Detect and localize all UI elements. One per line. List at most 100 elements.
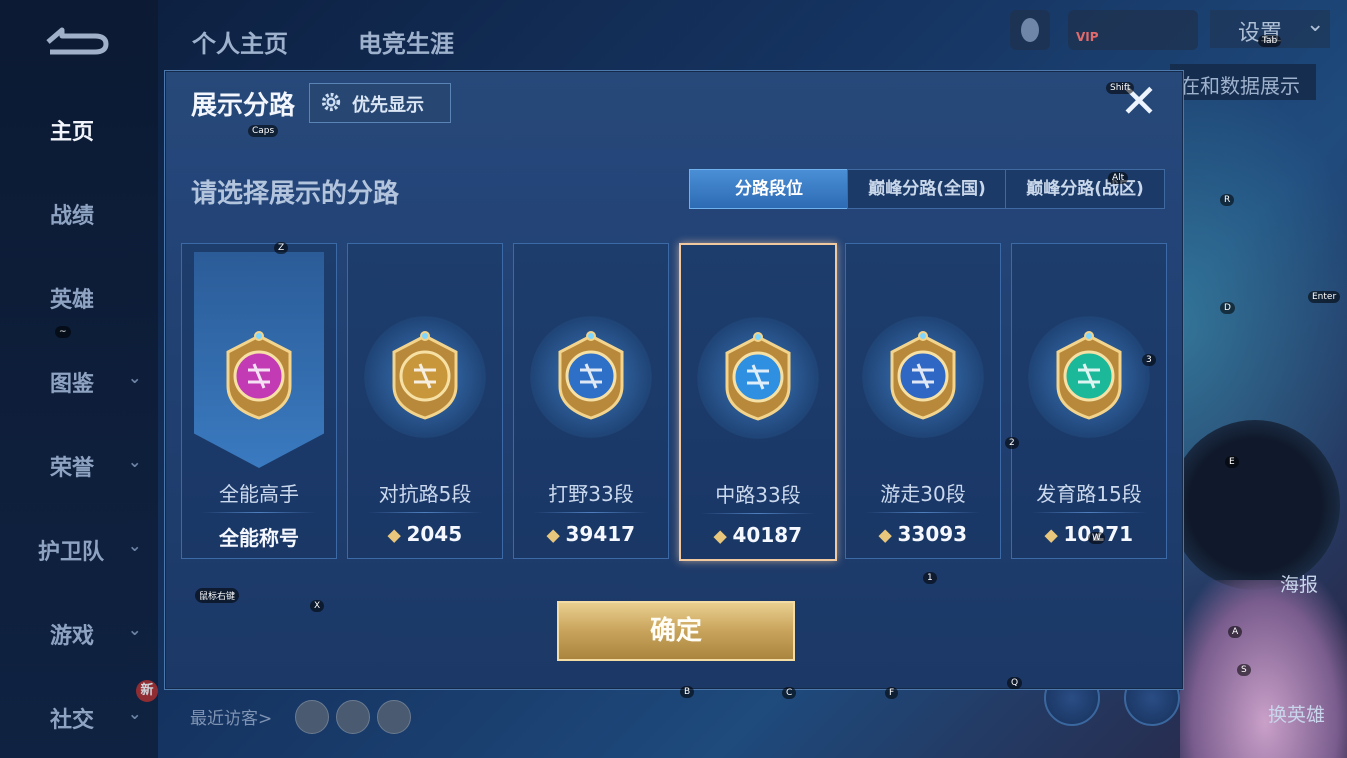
lane-emblem-icon — [392, 331, 458, 420]
sidebar-item-6[interactable]: 游戏 ⌄ — [0, 612, 158, 652]
lane-card[interactable]: 中路33段 ⬥ 40187 — [679, 243, 837, 561]
key-hint: S — [1237, 664, 1251, 676]
divider — [1032, 512, 1146, 513]
lane-emblem-icon — [725, 332, 791, 421]
key-hint: E — [1225, 456, 1239, 468]
points-icon: ⬥ — [546, 525, 560, 546]
sidebar-item-2[interactable]: 英雄 — [0, 276, 158, 316]
key-hint: B — [680, 686, 695, 698]
points-icon: ⬥ — [387, 525, 401, 546]
key-hint: ~ — [55, 326, 71, 338]
background-orb — [1170, 420, 1340, 590]
divider — [368, 512, 482, 513]
chevron-down-icon: ⌄ — [128, 704, 142, 723]
lane-card[interactable]: 对抗路5段 ⬥ 2045 — [347, 243, 503, 559]
lane-emblem-icon — [1056, 331, 1122, 420]
sidebar-item-label: 护卫队 — [38, 540, 105, 565]
priority-display-button[interactable]: 优先显示 — [309, 83, 451, 123]
sidebar-item-4[interactable]: 荣誉 ⌄ — [0, 444, 158, 484]
lane-score-value: 40187 — [732, 523, 803, 547]
vip-icon[interactable]: VIP — [1068, 10, 1198, 50]
key-hint: 鼠标右键 — [195, 588, 240, 603]
key-hint: D — [1220, 302, 1235, 314]
chevron-down-icon: ⌄ — [128, 452, 142, 471]
lane-score: ⬥ 33093 — [846, 522, 1000, 546]
sidebar-item-1[interactable]: 战绩 — [0, 192, 158, 232]
sidebar-item-7[interactable]: 社交 ⌄ — [0, 696, 158, 736]
lane-name: 对抗路5段 — [378, 482, 472, 506]
key-hint: 3 — [1142, 354, 1156, 366]
gear-icon — [321, 92, 341, 112]
tab-lane-rank[interactable]: 分路段位 — [689, 169, 849, 209]
sidebar-item-label: 社交 — [50, 708, 95, 733]
chevron-down-icon: ⌄ — [128, 620, 142, 639]
key-hint: Caps — [248, 125, 279, 137]
tab-esports-career[interactable]: 电竞生涯 — [358, 24, 454, 59]
key-hint: X — [310, 600, 325, 612]
sidebar-item-label: 战绩 — [50, 204, 95, 229]
tab-profile-home[interactable]: 个人主页 — [192, 24, 288, 59]
lane-score-value: 33093 — [897, 522, 968, 546]
back-arrow-icon[interactable] — [40, 22, 110, 58]
dialog-title: 展示分路 — [191, 91, 296, 121]
key-hint: Q — [1007, 677, 1023, 689]
poster-button[interactable]: 海报 — [1280, 570, 1318, 597]
vip-label: VIP — [1076, 30, 1099, 44]
key-hint: F — [885, 687, 899, 699]
key-hint: Enter — [1308, 291, 1341, 303]
sidebar-item-label: 荣誉 — [50, 456, 95, 481]
new-badge: 新 — [136, 680, 158, 702]
divider — [534, 512, 648, 513]
qq-icon[interactable] — [1010, 10, 1050, 50]
key-hint: 2 — [1005, 437, 1019, 449]
lane-card[interactable]: 发育路15段⬥10271 — [1011, 243, 1167, 559]
lane-emblem-icon — [890, 331, 956, 420]
sidebar-item-5[interactable]: 护卫队 ⌄ — [0, 528, 158, 568]
swap-hero-button[interactable]: 换英雄 — [1268, 700, 1325, 727]
sidebar-item-label: 游戏 — [50, 624, 95, 649]
lane-display-dialog: 展示分路 优先显示 ✕ 请选择展示的分路 分路段位 巅峰分路(全国) 巅峰分路(… — [164, 70, 1184, 690]
key-hint: R — [1220, 194, 1235, 206]
lane-score-value: 39417 — [565, 522, 636, 546]
lane-card[interactable]: 游走30段 ⬥ 33093 — [845, 243, 1001, 559]
lane-name: 打野33段 — [548, 482, 634, 506]
divider — [866, 512, 980, 513]
lane-score-value: 2045 — [406, 522, 463, 546]
key-hint: Shift — [1106, 82, 1135, 94]
confirm-button[interactable]: 确定 — [557, 601, 795, 661]
key-hint: W — [1088, 532, 1105, 544]
dialog-subtitle: 请选择展示的分路 — [191, 179, 400, 209]
sidebar-item-label: 主页 — [50, 120, 95, 145]
lane-name: 全能高手 — [219, 482, 299, 506]
tab-peak-lane-region[interactable]: 巅峰分路(战区) — [1005, 169, 1165, 209]
key-hint: 1 — [923, 572, 937, 584]
lane-card[interactable]: 打野33段 ⬥ 39417 — [513, 243, 669, 559]
key-hint: Alt — [1108, 172, 1129, 184]
sidebar-item-3[interactable]: 图鉴 ⌄ — [0, 360, 158, 400]
lane-card[interactable]: 全能高手 全能称号 — [181, 243, 337, 559]
chevron-down-icon: ⌄ — [128, 536, 142, 555]
key-hint: A — [1228, 626, 1243, 638]
divider — [202, 512, 316, 513]
points-icon: ⬥ — [713, 526, 727, 547]
avatar[interactable] — [295, 700, 329, 734]
priority-display-label: 优先显示 — [352, 95, 424, 116]
lane-score: ⬥ 39417 — [514, 522, 668, 546]
sidebar-item-label: 图鉴 — [50, 372, 95, 397]
avatar[interactable] — [377, 700, 411, 734]
tab-peak-lane-national[interactable]: 巅峰分路(全国) — [847, 169, 1007, 209]
lane-score: ⬥ 2045 — [348, 522, 502, 546]
points-icon: ⬥ — [878, 525, 892, 546]
lane-score: ⬥ 40187 — [681, 523, 835, 547]
key-hint: Tab — [1258, 35, 1282, 47]
chevron-down-icon: ⌄ — [128, 368, 142, 387]
lane-score: 全能称号 — [182, 522, 336, 551]
avatar[interactable] — [336, 700, 370, 734]
recent-visitors-link[interactable]: 最近访客> — [190, 704, 272, 729]
key-hint: C — [782, 687, 797, 699]
lane-name: 中路33段 — [715, 483, 801, 507]
lane-score-value: 全能称号 — [219, 526, 299, 550]
points-icon: ⬥ — [1044, 525, 1058, 546]
divider — [701, 513, 815, 514]
sidebar-item-0[interactable]: 主页 — [0, 108, 158, 148]
